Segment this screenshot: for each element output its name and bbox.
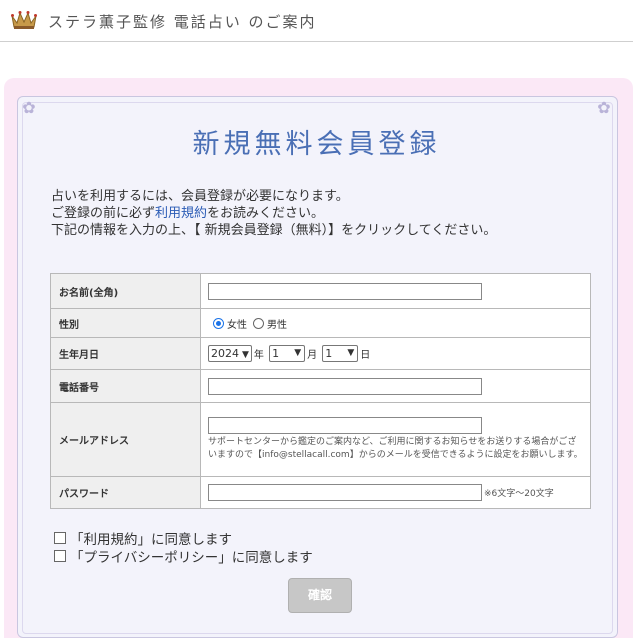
male-radio[interactable] bbox=[253, 317, 264, 329]
female-radio[interactable] bbox=[213, 317, 224, 329]
chevron-down-icon: ▼ bbox=[294, 348, 302, 358]
email-input[interactable] bbox=[208, 417, 482, 434]
intro-line: 占いを利用するには、会員登録が必要になります。 bbox=[51, 189, 349, 204]
password-note: ※6文字～20文字 bbox=[484, 489, 554, 499]
corner-ornament-icon: ✿ bbox=[22, 98, 36, 117]
email-label: メールアドレス bbox=[50, 402, 201, 477]
password-cell: ※6文字～20文字 bbox=[200, 476, 591, 509]
male-label: 男性 bbox=[267, 319, 287, 331]
month-unit: 月 bbox=[307, 350, 318, 361]
year-unit: 年 bbox=[253, 350, 264, 361]
registration-form: お名前(全角) 性別 女性 男性 生年月日 2024 ▼ 年 1 ▼ 月 1 ▼ 日 電話番… bbox=[50, 273, 591, 509]
privacy-checkbox[interactable] bbox=[54, 550, 66, 562]
female-label: 女性 bbox=[227, 319, 247, 331]
birth-year-value: 2024 bbox=[211, 347, 239, 360]
phone-input[interactable] bbox=[208, 377, 482, 395]
gender-cell: 女性 男性 bbox=[200, 308, 591, 338]
form-row-name: お名前(全角) bbox=[50, 273, 591, 309]
phone-label: 電話番号 bbox=[50, 369, 201, 403]
name-cell bbox=[200, 273, 591, 309]
password-label: パスワード bbox=[50, 476, 201, 509]
intro-text-pre: ご登録の前に必ず bbox=[51, 206, 156, 221]
site-header: ステラ薫子監修 電話占い のご案内 bbox=[0, 0, 633, 42]
birth-month-value: 1 bbox=[272, 347, 280, 360]
terms-checkbox[interactable] bbox=[54, 532, 66, 544]
birth-year-select[interactable]: 2024 ▼ bbox=[208, 345, 252, 362]
form-row-birthdate: 生年月日 2024 ▼ 年 1 ▼ 月 1 ▼ 日 bbox=[50, 337, 591, 370]
chevron-down-icon: ▼ bbox=[347, 348, 355, 358]
birth-day-value: 1 bbox=[325, 347, 333, 360]
birth-month-select[interactable]: 1 ▼ bbox=[269, 345, 306, 362]
agree-privacy-label: 「プライバシーポリシー」に同意します bbox=[70, 550, 313, 566]
birthdate-label: 生年月日 bbox=[50, 337, 201, 370]
form-row-gender: 性別 女性 男性 bbox=[50, 308, 591, 338]
birth-day-select[interactable]: 1 ▼ bbox=[322, 345, 359, 362]
crown-icon bbox=[11, 11, 37, 29]
intro-line: 下記の情報を入力の上、【 新規会員登録（無料）】をクリックしてください。 bbox=[51, 223, 497, 238]
name-input[interactable] bbox=[208, 282, 482, 300]
phone-cell bbox=[200, 369, 591, 403]
gender-label: 性別 bbox=[50, 308, 201, 338]
day-unit: 日 bbox=[360, 350, 371, 361]
agree-privacy[interactable]: 「プライバシーポリシー」に同意します bbox=[54, 546, 313, 566]
form-row-password: パスワード ※6文字～20文字 bbox=[50, 476, 591, 509]
form-row-phone: 電話番号 bbox=[50, 369, 591, 403]
name-label: お名前(全角) bbox=[50, 273, 201, 309]
agree-terms-label: 「利用規約」に同意します bbox=[70, 532, 232, 548]
email-note: サポートセンターから鑑定のご案内など、ご利用に関するお知らせをお送りする場合がご… bbox=[208, 437, 583, 460]
password-input[interactable] bbox=[208, 484, 482, 501]
terms-link[interactable]: 利用規約 bbox=[155, 206, 207, 221]
site-title: ステラ薫子監修 電話占い のご案内 bbox=[48, 13, 317, 31]
form-row-email: メールアドレス サポートセンターから鑑定のご案内など、ご利用に関するお知らせをお… bbox=[50, 402, 591, 477]
confirm-button[interactable]: 確認 bbox=[288, 578, 352, 613]
gender-radio-group: 女性 男性 bbox=[208, 316, 583, 331]
agree-terms[interactable]: 「利用規約」に同意します bbox=[54, 528, 232, 548]
intro-line: ご登録の前に必ず利用規約をお読みください。 bbox=[51, 205, 611, 222]
intro-text: 占いを利用するには、会員登録が必要になります。 ご登録の前に必ず利用規約をお読み… bbox=[51, 188, 611, 239]
birthdate-cell: 2024 ▼ 年 1 ▼ 月 1 ▼ 日 bbox=[200, 337, 591, 370]
corner-ornament-icon: ✿ bbox=[597, 98, 611, 117]
email-cell: サポートセンターから鑑定のご案内など、ご利用に関するお知らせをお送りする場合がご… bbox=[200, 402, 591, 477]
page-title: 新規無料会員登録 bbox=[192, 129, 441, 160]
intro-text-post: をお読みください。 bbox=[207, 206, 325, 221]
chevron-down-icon: ▼ bbox=[242, 350, 249, 360]
